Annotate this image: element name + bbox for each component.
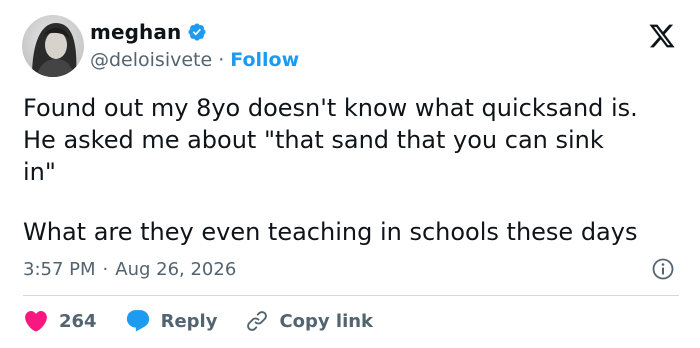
x-logo-icon[interactable] <box>648 22 676 50</box>
like-count: 264 <box>59 310 97 332</box>
avatar[interactable] <box>22 15 84 77</box>
user-info: meghan @deloisivete · Follow <box>90 18 299 74</box>
reply-button[interactable]: Reply <box>125 308 218 334</box>
reply-label: Reply <box>160 310 218 332</box>
heart-icon <box>23 308 49 334</box>
tweet-date[interactable]: Aug 26, 2026 <box>115 259 236 280</box>
user-handle[interactable]: @deloisivete <box>90 49 212 71</box>
tweet-meta: 3:57 PM · Aug 26, 2026 <box>23 256 679 282</box>
link-icon <box>245 309 269 333</box>
speech-bubble-icon <box>125 308 151 334</box>
like-button[interactable]: 264 <box>23 308 97 334</box>
handle-row: @deloisivete · Follow <box>90 46 299 74</box>
tweet-header: meghan @deloisivete · Follow <box>22 14 299 78</box>
name-row: meghan <box>90 18 299 46</box>
avatar-image <box>22 15 84 77</box>
tweet-card: meghan @deloisivete · Follow Found out m… <box>0 0 700 348</box>
display-name[interactable]: meghan <box>90 20 181 44</box>
action-bar: 264 Reply Copy link <box>23 306 401 336</box>
info-icon[interactable] <box>651 257 675 281</box>
tweet-text: Found out my 8yo doesn't know what quick… <box>23 92 683 248</box>
copy-link-label: Copy link <box>279 310 374 332</box>
meta-separator: · <box>102 258 109 280</box>
copy-link-button[interactable]: Copy link <box>245 309 373 333</box>
verified-badge-icon <box>187 22 207 42</box>
tweet-paragraph-2: What are they even teaching in schools t… <box>23 218 638 246</box>
tweet-time[interactable]: 3:57 PM <box>23 259 96 280</box>
tweet-paragraph-1: Found out my 8yo doesn't know what quick… <box>23 94 638 186</box>
divider <box>23 295 679 296</box>
handle-separator: · <box>218 49 225 71</box>
follow-button[interactable]: Follow <box>230 49 299 71</box>
